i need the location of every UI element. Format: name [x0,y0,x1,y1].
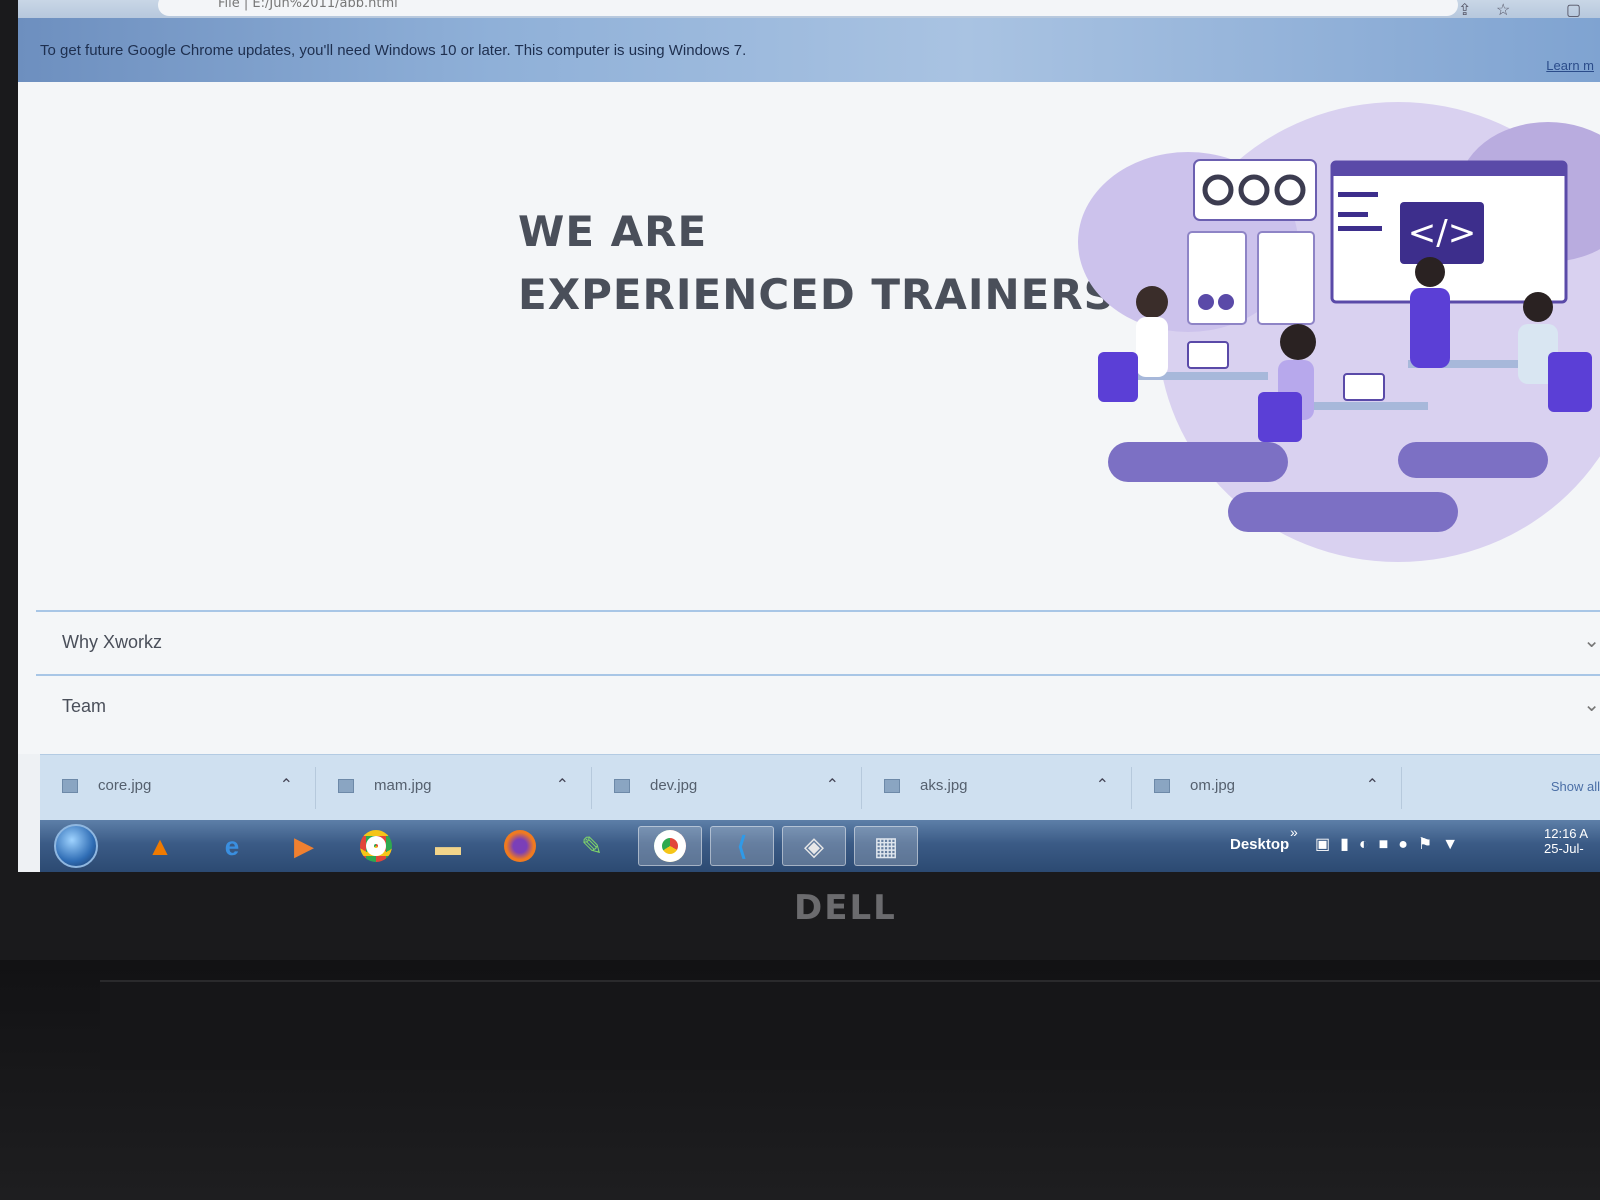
hero-line-1: WE ARE [518,207,708,256]
file-manager-icon[interactable]: ▦ [854,826,918,866]
vscode-icon[interactable]: ⟨ [710,826,774,866]
download-item[interactable]: dev.jpg ⌃ [592,767,862,809]
download-item[interactable]: mam.jpg ⌃ [316,767,592,809]
learn-more-link[interactable]: Learn m [1546,58,1594,73]
image-file-icon [338,779,354,793]
system-clock[interactable]: 12:16 A 25-Jul- [1544,826,1600,856]
hero-title: WE ARE EXPERIENCED TRAINERS [518,207,1115,319]
accordion-why-xworkz[interactable]: Why Xworkz ⌄ [36,610,1600,672]
screen: File | E:/Jun%2011/abb.html ⇪ ☆ ▢ To get… [18,0,1600,872]
download-name: core.jpg [98,777,152,794]
download-name: aks.jpg [920,777,968,794]
media-player-icon[interactable]: ▶ [272,826,336,866]
image-file-icon [1154,779,1170,793]
update-infobar: To get future Google Chrome updates, you… [18,18,1600,82]
chevron-down-icon: ⌄ [1583,694,1600,716]
trainers-illustration: </> [1078,102,1600,562]
windows-taskbar: ▲ e ▶ ▬ ✎ ⟨ ◈ ▦ Desktop » ▣▮◐■●⚑▼ 12:16 … [40,820,1600,872]
download-name: om.jpg [1190,777,1236,794]
image-file-icon [614,779,630,793]
download-name: mam.jpg [374,777,432,794]
browser-toolbar: File | E:/Jun%2011/abb.html ⇪ ☆ ▢ [18,0,1600,20]
chevron-up-icon[interactable]: ⌃ [556,775,569,795]
chevron-up-icon[interactable]: ⌃ [1096,775,1109,795]
address-text: File | E:/Jun%2011/abb.html [218,0,398,11]
download-name: dev.jpg [650,777,698,794]
image-file-icon [62,779,78,793]
internet-explorer-icon[interactable]: e [200,826,264,866]
desktop-toolbar-label[interactable]: Desktop [1230,836,1289,853]
clock-date: 25-Jul- [1544,841,1584,856]
window-icon[interactable]: ▢ [1566,0,1581,20]
svg-text:</>: </> [1408,213,1476,253]
star-icon[interactable]: ☆ [1496,0,1510,20]
download-item[interactable]: om.jpg ⌃ [1132,767,1402,809]
folder-icon[interactable]: ▬ [416,826,480,866]
hero-line-2: EXPERIENCED TRAINERS [518,270,1115,319]
chevron-up-icon[interactable]: ⌃ [280,775,293,795]
accordion-label: Team [62,696,107,716]
chevron-down-icon: ⌄ [1583,630,1600,652]
firefox-icon[interactable] [488,826,552,866]
chrome-active-icon[interactable] [638,826,702,866]
dell-logo: DELL [794,888,897,928]
toolbar-chevron-icon[interactable]: » [1290,824,1298,840]
chevron-up-icon[interactable]: ⌃ [826,775,839,795]
accordion-label: Why Xworkz [62,632,163,652]
share-icon[interactable]: ⇪ [1458,0,1471,20]
laptop-hinge [100,980,1600,1070]
downloads-bar: core.jpg ⌃ mam.jpg ⌃ dev.jpg ⌃ aks.jpg ⌃… [40,754,1600,820]
git-icon[interactable]: ◈ [782,826,846,866]
start-button[interactable] [54,824,98,868]
download-item[interactable]: aks.jpg ⌃ [862,767,1132,809]
notepad-icon[interactable]: ✎ [560,826,624,866]
accordion-team[interactable]: Team ⌄ [36,674,1600,754]
clock-time: 12:16 A [1544,826,1589,841]
laptop-base [0,960,1600,1200]
system-tray[interactable]: ▣▮◐■●⚑▼ [1315,834,1468,854]
download-item[interactable]: core.jpg ⌃ [40,767,316,809]
infobar-message: To get future Google Chrome updates, you… [40,42,747,59]
show-all-link[interactable]: Show all [1551,779,1600,794]
image-file-icon [884,779,900,793]
chrome-icon[interactable] [344,826,408,866]
address-bar[interactable]: File | E:/Jun%2011/abb.html [158,0,1458,16]
chevron-up-icon[interactable]: ⌃ [1366,775,1379,795]
page-content: WE ARE EXPERIENCED TRAINERS </> Why Xwor… [18,82,1600,754]
vlc-icon[interactable]: ▲ [128,826,192,866]
